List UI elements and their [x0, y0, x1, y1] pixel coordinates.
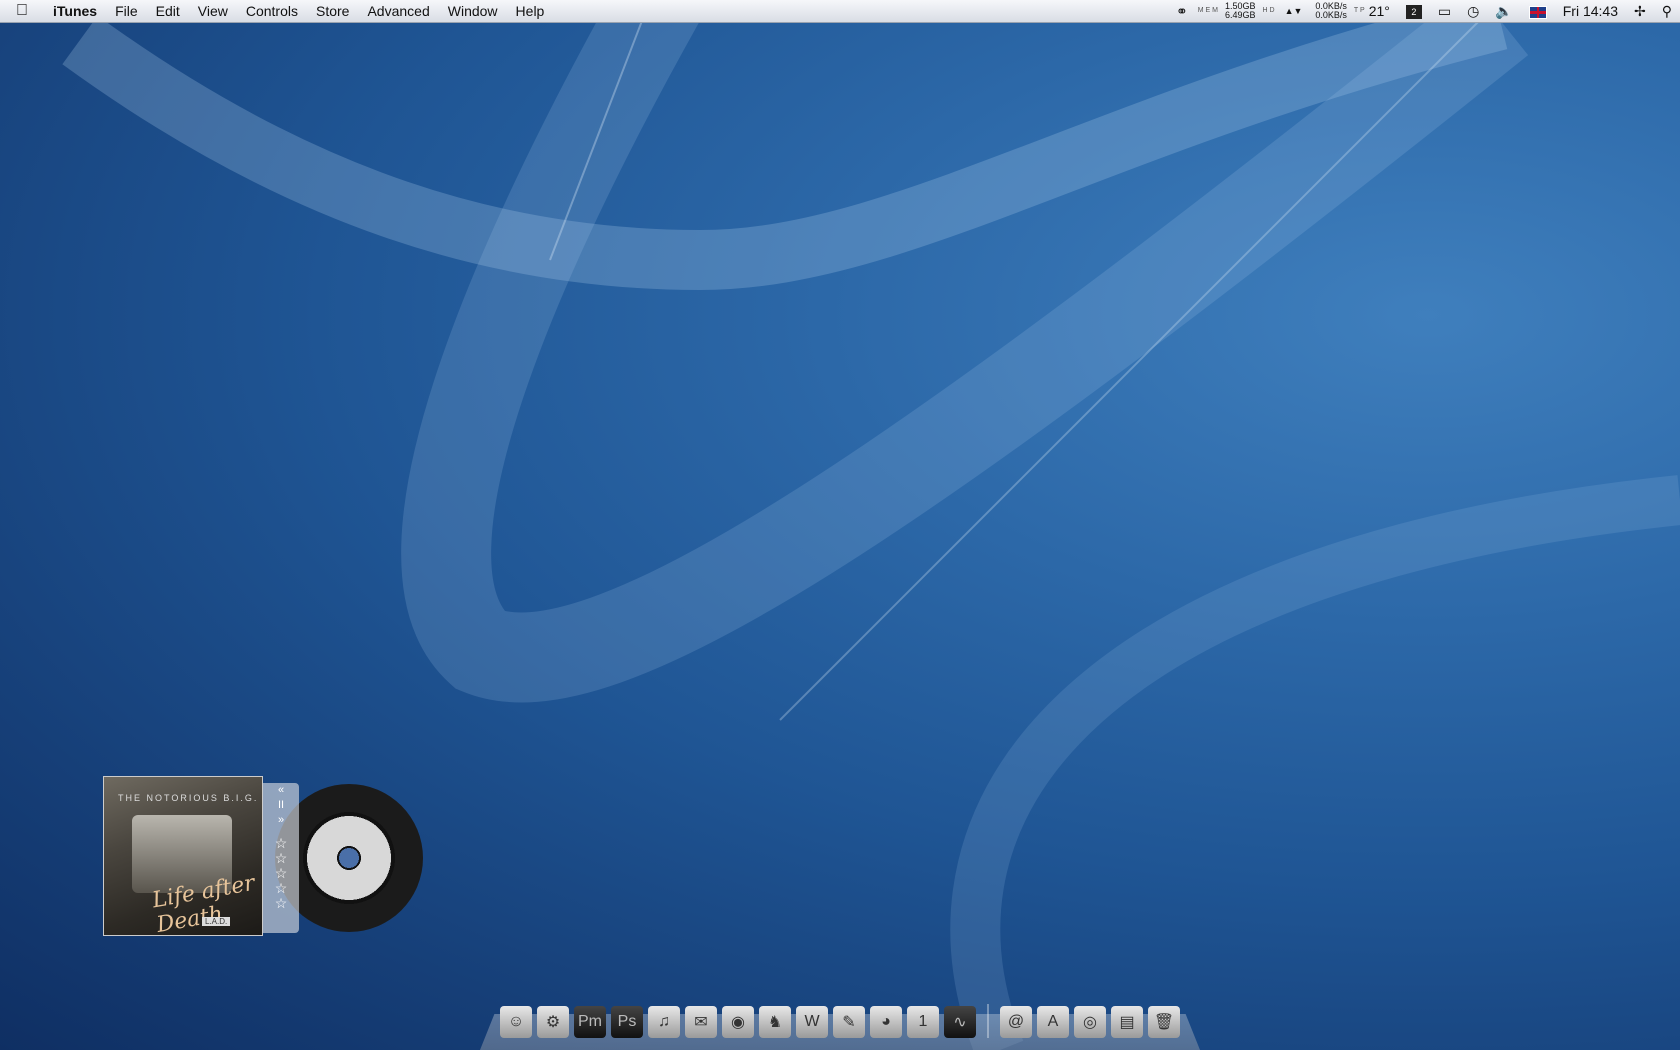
firefox-icon[interactable]: ◕ [870, 1006, 902, 1038]
documents-stack-icon[interactable]: @ [1000, 1006, 1032, 1038]
trash-icon[interactable]: 🗑 [1148, 1006, 1180, 1038]
menu-bar:  iTunes File Edit View Controls Store A… [0, 0, 1680, 23]
system-preferences-icon[interactable]: ⚙ [537, 1006, 569, 1038]
rating-star-5[interactable]: ☆ [263, 896, 299, 911]
photoshop-icon[interactable]: Ps [611, 1006, 643, 1038]
display-icon[interactable]: ▭ [1430, 0, 1459, 22]
itunes-icon[interactable]: ♫ [648, 1006, 680, 1038]
net-down: 0.0KB/s [1315, 10, 1347, 20]
clock[interactable]: Fri 14:43 [1555, 0, 1626, 22]
ical-icon[interactable]: 1 [907, 1006, 939, 1038]
spotlight-search-icon[interactable]: ⚲ [1654, 0, 1680, 22]
spaces-icon[interactable]: 2 [1398, 0, 1430, 22]
menu-store[interactable]: Store [307, 0, 358, 22]
now-playing-widget: THE NOTORIOUS B.I.G. Life after Death L.… [103, 775, 423, 938]
menu-window[interactable]: Window [439, 0, 507, 22]
speaker-icon[interactable]: ◉ [722, 1006, 754, 1038]
album-artist: THE NOTORIOUS B.I.G. [118, 793, 259, 803]
previous-track-button[interactable]: « [263, 783, 299, 798]
mem-label: M E M [1197, 7, 1218, 14]
disk-activity-icon[interactable]: ▲▼ [1277, 0, 1311, 22]
mem-free: 6.49GB [1224, 10, 1256, 20]
script-editor-icon[interactable]: ✎ [833, 1006, 865, 1038]
menu-advanced[interactable]: Advanced [358, 0, 438, 22]
volume-icon[interactable]: 🔈 [1487, 0, 1520, 22]
menu-extras: ⚭ M E M 1.50GB 6.49GB H D ▲▼ 0.0KB/s 0.0… [1168, 0, 1680, 22]
mail-icon[interactable]: ✉ [685, 1006, 717, 1038]
temperature[interactable]: 21° [1367, 0, 1398, 22]
growl-icon[interactable]: ⚭ [1168, 0, 1196, 22]
photoshop-elements-icon[interactable]: Pm [574, 1006, 606, 1038]
memory-meter[interactable]: 1.50GB 6.49GB [1220, 2, 1261, 20]
menu-controls[interactable]: Controls [237, 0, 307, 22]
preview-icon[interactable]: ♞ [759, 1006, 791, 1038]
menu-view[interactable]: View [189, 0, 237, 22]
rating-star-2[interactable]: ☆ [263, 851, 299, 866]
downloads-stack-icon[interactable]: ◎ [1074, 1006, 1106, 1038]
network-meter[interactable]: 0.0KB/s 0.0KB/s [1310, 2, 1352, 20]
bluetooth-icon[interactable]: ✢ [1626, 0, 1654, 22]
folder-stack-icon[interactable]: ▤ [1111, 1006, 1143, 1038]
time-machine-icon[interactable]: ◷ [1459, 0, 1487, 22]
dock-separator [987, 1004, 989, 1038]
album-cover[interactable]: THE NOTORIOUS B.I.G. Life after Death L.… [103, 776, 263, 938]
apple-menu-icon[interactable]:  [0, 2, 44, 20]
rating-star-4[interactable]: ☆ [263, 881, 299, 896]
finder-icon[interactable]: ☺ [500, 1006, 532, 1038]
dock: ☺ ⚙ Pm Ps ♫ ✉ ◉ ♞ W ✎ ◕ 1 ∿ @ A ◎ ▤ 🗑 [480, 1000, 1200, 1050]
activity-monitor-icon[interactable]: ∿ [944, 1006, 976, 1038]
menu-help[interactable]: Help [507, 0, 554, 22]
menu-file[interactable]: File [106, 0, 147, 22]
menu-edit[interactable]: Edit [147, 0, 189, 22]
textwrangler-icon[interactable]: W [796, 1006, 828, 1038]
temp-label: T P [1353, 7, 1365, 14]
dock-items: ☺ ⚙ Pm Ps ♫ ✉ ◉ ♞ W ✎ ◕ 1 ∿ @ A ◎ ▤ 🗑 [500, 1004, 1180, 1038]
rating-star-1[interactable]: ☆ [263, 836, 299, 851]
input-source-flag-icon[interactable] [1521, 0, 1555, 22]
pause-button[interactable]: II [263, 798, 299, 813]
applications-stack-icon[interactable]: A [1037, 1006, 1069, 1038]
rating-star-3[interactable]: ☆ [263, 866, 299, 881]
cover-plate: L.A.D. [202, 917, 231, 926]
player-controls: « II » ☆ ☆ ☆ ☆ ☆ [263, 783, 299, 933]
disk-label: H D [1262, 7, 1275, 14]
next-track-button[interactable]: » [263, 813, 299, 828]
menu-app-name[interactable]: iTunes [44, 0, 106, 22]
